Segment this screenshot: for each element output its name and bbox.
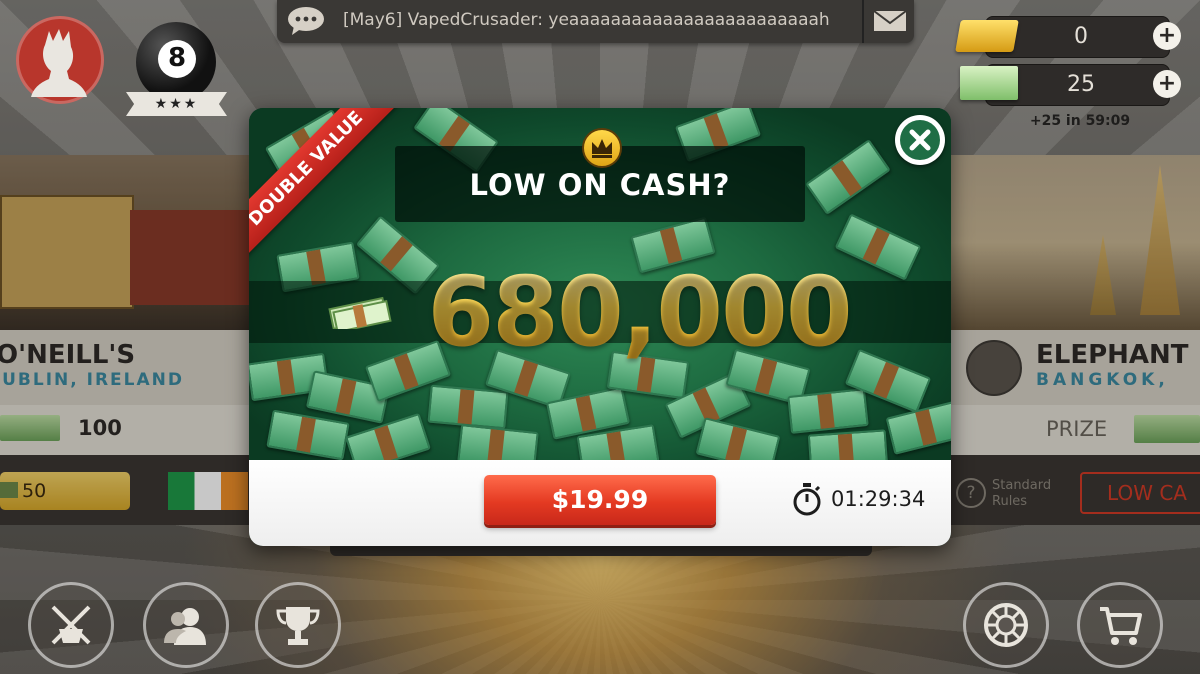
silhouette-icon — [31, 29, 87, 97]
crossed-cues-icon — [51, 605, 91, 645]
shopping-cart-icon — [1100, 607, 1142, 645]
level-number: 8 — [167, 43, 187, 73]
close-icon — [900, 120, 940, 160]
flying-cash-icon — [805, 139, 891, 215]
spin-wheel-button[interactable] — [963, 582, 1049, 668]
player-avatar-icon[interactable] — [16, 16, 104, 104]
gold-bar-icon — [955, 20, 1019, 52]
gold-value: 0 — [1074, 24, 1088, 49]
friends-button[interactable] — [143, 582, 229, 668]
add-gold-button[interactable]: + — [1153, 22, 1181, 50]
popup-footer: $19.99 01:29:34 — [249, 460, 951, 546]
chat-message: [May6] VapedCrusader: yeaaaaaaaaaaaaaaaa… — [343, 10, 830, 30]
trophy-icon — [276, 607, 320, 645]
spin-wheel-icon — [984, 603, 1028, 647]
chat-divider — [862, 0, 864, 43]
popup-title: LOW ON CASH? — [469, 168, 731, 202]
speech-bubble-icon — [288, 7, 324, 35]
close-button[interactable] — [895, 115, 945, 165]
envelope-icon[interactable] — [873, 10, 907, 32]
cash-amount: 680,000 — [409, 256, 869, 368]
add-cash-button[interactable]: + — [1153, 70, 1181, 98]
level-badge-center: 8 — [158, 40, 196, 78]
cash-stack-icon — [328, 296, 392, 329]
level-badge[interactable]: 8 — [136, 22, 216, 102]
level-stars: ★★★ — [126, 92, 227, 116]
buy-button[interactable]: $19.99 — [484, 475, 716, 525]
chat-bar[interactable]: [May6] VapedCrusader: yeaaaaaaaaaaaaaaaa… — [277, 0, 914, 43]
low-cash-offer-popup: DOUBLE VALUE LOW ON CASH? 680,000 $19.99… — [249, 108, 951, 546]
cash-value: 25 — [1067, 72, 1095, 97]
stopwatch-icon — [793, 483, 821, 516]
crown-icon — [582, 128, 622, 168]
offer-countdown: 01:29:34 — [831, 487, 926, 511]
play-button[interactable] — [28, 582, 114, 668]
cash-refill-timer: +25 in 59:09 — [1029, 113, 1131, 129]
trophy-button[interactable] — [255, 582, 341, 668]
cash-stack-icon — [960, 66, 1018, 100]
friends-icon — [164, 608, 206, 645]
shop-button[interactable] — [1077, 582, 1163, 668]
